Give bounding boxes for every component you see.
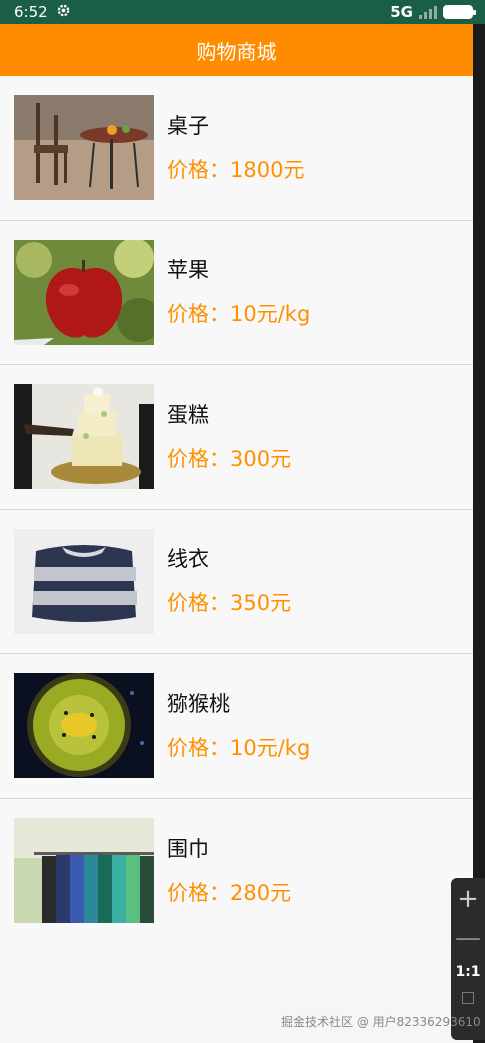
product-name: 线衣	[167, 547, 209, 572]
page-title: 购物商城	[196, 39, 277, 64]
zoom-out-button[interactable]: —	[455, 925, 481, 951]
product-list[interactable]: 桌子 价格：1800元 苹果 价格：10元/kg 蛋糕 价格：300元 线衣 价…	[0, 76, 473, 943]
product-name: 围巾	[167, 836, 209, 861]
list-item[interactable]: 围巾 价格：280元	[0, 798, 473, 943]
list-item[interactable]: 线衣 价格：350元	[0, 509, 473, 654]
zoom-level[interactable]: 1:1	[455, 964, 480, 980]
scarves-photo	[14, 818, 154, 924]
list-item[interactable]: 蛋糕 价格：300元	[0, 365, 473, 510]
battery-icon	[443, 5, 476, 19]
app-bar: 购物商城	[0, 24, 473, 76]
kiwi-photo	[14, 673, 154, 779]
product-price: 价格：300元	[167, 446, 292, 471]
product-price: 价格：10元/kg	[167, 302, 311, 327]
list-item[interactable]: 苹果 价格：10元/kg	[0, 220, 473, 365]
network-type: 5G	[390, 3, 413, 21]
list-item[interactable]: 猕猴桃 价格：10元/kg	[0, 654, 473, 799]
cake-photo	[14, 384, 154, 490]
signal-icon	[419, 5, 437, 19]
zoom-in-button[interactable]: +	[457, 884, 479, 914]
product-name: 苹果	[167, 258, 209, 283]
product-name: 桌子	[167, 113, 209, 138]
watermark: 掘金技术社区 @ 用户82336293610	[281, 1015, 481, 1029]
settings-icon	[56, 3, 71, 22]
product-price: 价格：280元	[167, 880, 292, 905]
list-item[interactable]: 桌子 价格：1800元	[0, 76, 473, 221]
product-price: 价格：1800元	[167, 157, 305, 182]
sweater-photo	[14, 528, 154, 634]
fit-screen-icon[interactable]	[462, 992, 474, 1004]
status-time: 6:52	[14, 3, 48, 21]
product-price: 价格：350元	[167, 591, 292, 616]
product-name: 蛋糕	[167, 402, 209, 427]
apple-photo	[14, 239, 154, 345]
table-chairs-photo	[14, 95, 154, 201]
status-bar: 6:52 5G	[0, 0, 485, 24]
product-price: 价格：10元/kg	[167, 735, 311, 760]
product-name: 猕猴桃	[167, 691, 230, 716]
